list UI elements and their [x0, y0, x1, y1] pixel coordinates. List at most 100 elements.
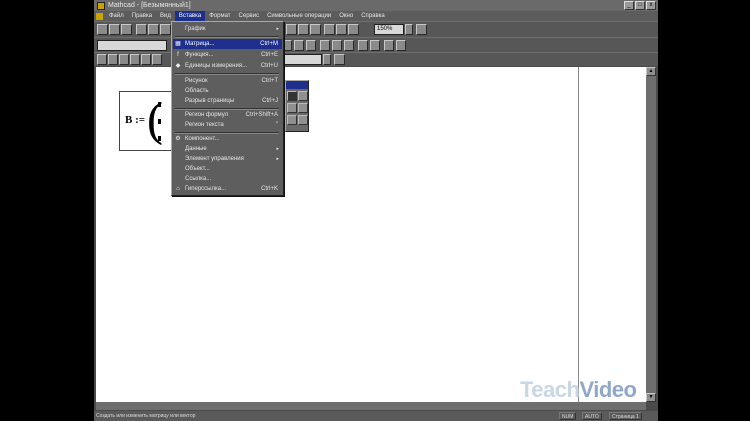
status-mode: AUTO	[582, 412, 602, 420]
menu-item-matrix[interactable]: ▦ Матрица... Ctrl+M	[173, 39, 282, 49]
matrix-placeholder[interactable]	[158, 102, 161, 107]
units-icon: ◆	[175, 63, 181, 69]
save-icon[interactable]	[121, 24, 132, 35]
align-right-icon[interactable]	[344, 40, 354, 51]
menu-item-reference[interactable]: Ссылка...	[173, 174, 282, 184]
matrix-determinant-icon[interactable]	[287, 103, 297, 113]
strike-icon[interactable]	[306, 40, 316, 51]
menu-item-data[interactable]: Данные ▸	[173, 144, 282, 154]
menu-item-units[interactable]: ◆ Единицы измерения... Ctrl+U	[173, 61, 282, 71]
menu-format[interactable]: Формат	[205, 11, 234, 21]
menu-symbolics[interactable]: Символьные операции	[263, 11, 335, 21]
align-center-icon[interactable]	[332, 40, 342, 51]
style-select[interactable]	[97, 40, 167, 51]
menu-item-object[interactable]: Объект...	[173, 164, 282, 174]
region-icon[interactable]	[348, 24, 359, 35]
matrix-toolbar-caption[interactable]	[286, 81, 308, 89]
component-icon[interactable]	[324, 24, 335, 35]
graph-icon	[174, 25, 182, 33]
calculator-icon[interactable]	[97, 54, 107, 65]
menu-item-function[interactable]: f Функция... Ctrl+E	[173, 50, 282, 60]
resource-dropdown-icon[interactable]	[323, 54, 331, 65]
status-hint: Создать или изменить матрицу или вектор	[96, 413, 196, 419]
video-frame: Mathcad - [Безымянный1] _ □ x Файл Правк…	[0, 0, 750, 421]
matrix-inverse-icon[interactable]	[298, 91, 308, 101]
menu-item-picture[interactable]: Рисунок Ctrl+T	[173, 76, 282, 86]
menu-item-page-break[interactable]: Разрыв страницы Ctrl+J	[173, 96, 282, 106]
status-page: Страница 1	[609, 412, 642, 420]
menu-help[interactable]: Справка	[357, 11, 389, 21]
open-icon[interactable]	[109, 24, 120, 35]
align-left-icon[interactable]	[320, 40, 330, 51]
menu-item-math-region[interactable]: Регион формул Ctrl+Shift+A	[173, 110, 282, 120]
boolean-icon[interactable]	[152, 54, 162, 65]
menu-item-component[interactable]: ⚙ Компонент...	[173, 134, 282, 144]
preview-icon[interactable]	[148, 24, 159, 35]
menu-item-text-region[interactable]: Регион текста "	[173, 120, 282, 130]
matrix-column-icon[interactable]	[287, 115, 297, 125]
calculus-icon[interactable]	[141, 54, 151, 65]
status-bar: Создать или изменить матрицу или вектор …	[94, 411, 658, 421]
maximize-button[interactable]: □	[635, 1, 645, 10]
scroll-up-icon[interactable]: ▲	[646, 67, 656, 76]
window-title: Mathcad - [Безымянный1]	[108, 2, 191, 9]
vertical-scrollbar[interactable]: ▲ ▼	[646, 67, 656, 402]
menu-separator	[175, 73, 279, 75]
menu-insert[interactable]: Вставка	[174, 11, 206, 21]
matrix-transpose-icon[interactable]	[298, 115, 308, 125]
submenu-arrow-icon: ▸	[276, 26, 279, 32]
go-icon[interactable]	[334, 54, 345, 65]
horizontal-scrollbar[interactable]	[96, 402, 646, 410]
menu-view[interactable]: Вид	[156, 11, 175, 21]
mathcad-app-icon	[97, 1, 105, 10]
new-icon[interactable]	[97, 24, 108, 35]
teachvideo-watermark: TeachVideo	[520, 377, 637, 402]
menu-edit[interactable]: Правка	[128, 11, 156, 21]
evaluation-icon[interactable]	[130, 54, 140, 65]
menu-tools[interactable]: Сервис	[235, 11, 264, 21]
resource-select[interactable]	[284, 54, 322, 65]
title-bar: Mathcad - [Безымянный1] _ □ x	[94, 0, 658, 11]
insert-dropdown-menu: График ▸ ▦ Матрица... Ctrl+M f Функция..…	[171, 21, 284, 196]
menu-item-hyperlink[interactable]: ⌂ Гиперссылка... Ctrl+K	[173, 184, 282, 194]
menu-separator	[175, 36, 279, 38]
menu-bar: Файл Правка Вид Вставка Формат Сервис Си…	[94, 11, 658, 21]
function-icon[interactable]	[286, 24, 297, 35]
component-icon: ⚙	[175, 136, 181, 142]
scroll-down-icon[interactable]: ▼	[646, 393, 656, 402]
hyperlink-icon: ⌂	[176, 186, 180, 192]
graph-icon[interactable]	[108, 54, 118, 65]
close-button[interactable]: x	[646, 1, 656, 10]
matrix-toolbar-icon[interactable]	[119, 54, 129, 65]
numbering-icon[interactable]	[370, 40, 380, 51]
units-icon[interactable]	[298, 24, 309, 35]
print-icon[interactable]	[136, 24, 147, 35]
minimize-button[interactable]: _	[624, 1, 634, 10]
page-margin-line	[578, 67, 579, 402]
matrix-icon: ▦	[175, 41, 181, 47]
resources-icon[interactable]	[336, 24, 347, 35]
underline-icon[interactable]	[294, 40, 304, 51]
menu-item-control[interactable]: Элемент управления ▸	[173, 154, 282, 164]
menu-item-graph[interactable]: График ▸	[173, 24, 282, 34]
window-controls: _ □ x	[624, 1, 656, 10]
help-icon[interactable]	[416, 24, 427, 35]
matrix-insert-icon[interactable]	[287, 91, 297, 101]
menu-window[interactable]: Окно	[335, 11, 357, 21]
superscript-icon[interactable]	[384, 40, 394, 51]
matrix-placeholder[interactable]	[158, 136, 161, 141]
subscript-icon[interactable]	[396, 40, 406, 51]
document-icon[interactable]	[96, 12, 103, 20]
matrix-definition-label: B :=	[125, 114, 146, 126]
submenu-arrow-icon: ▸	[276, 146, 279, 152]
matrix-vectorize-icon[interactable]	[298, 103, 308, 113]
calculate-icon[interactable]	[310, 24, 321, 35]
status-cap: NUM	[559, 412, 577, 420]
matrix-placeholder[interactable]	[158, 119, 161, 124]
zoom-select[interactable]: 150%	[374, 24, 404, 35]
spellcheck-icon[interactable]	[160, 24, 171, 35]
zoom-dropdown-icon[interactable]	[405, 24, 413, 35]
menu-item-area[interactable]: Область	[173, 86, 282, 96]
menu-file[interactable]: Файл	[105, 11, 128, 21]
bullets-icon[interactable]	[358, 40, 368, 51]
